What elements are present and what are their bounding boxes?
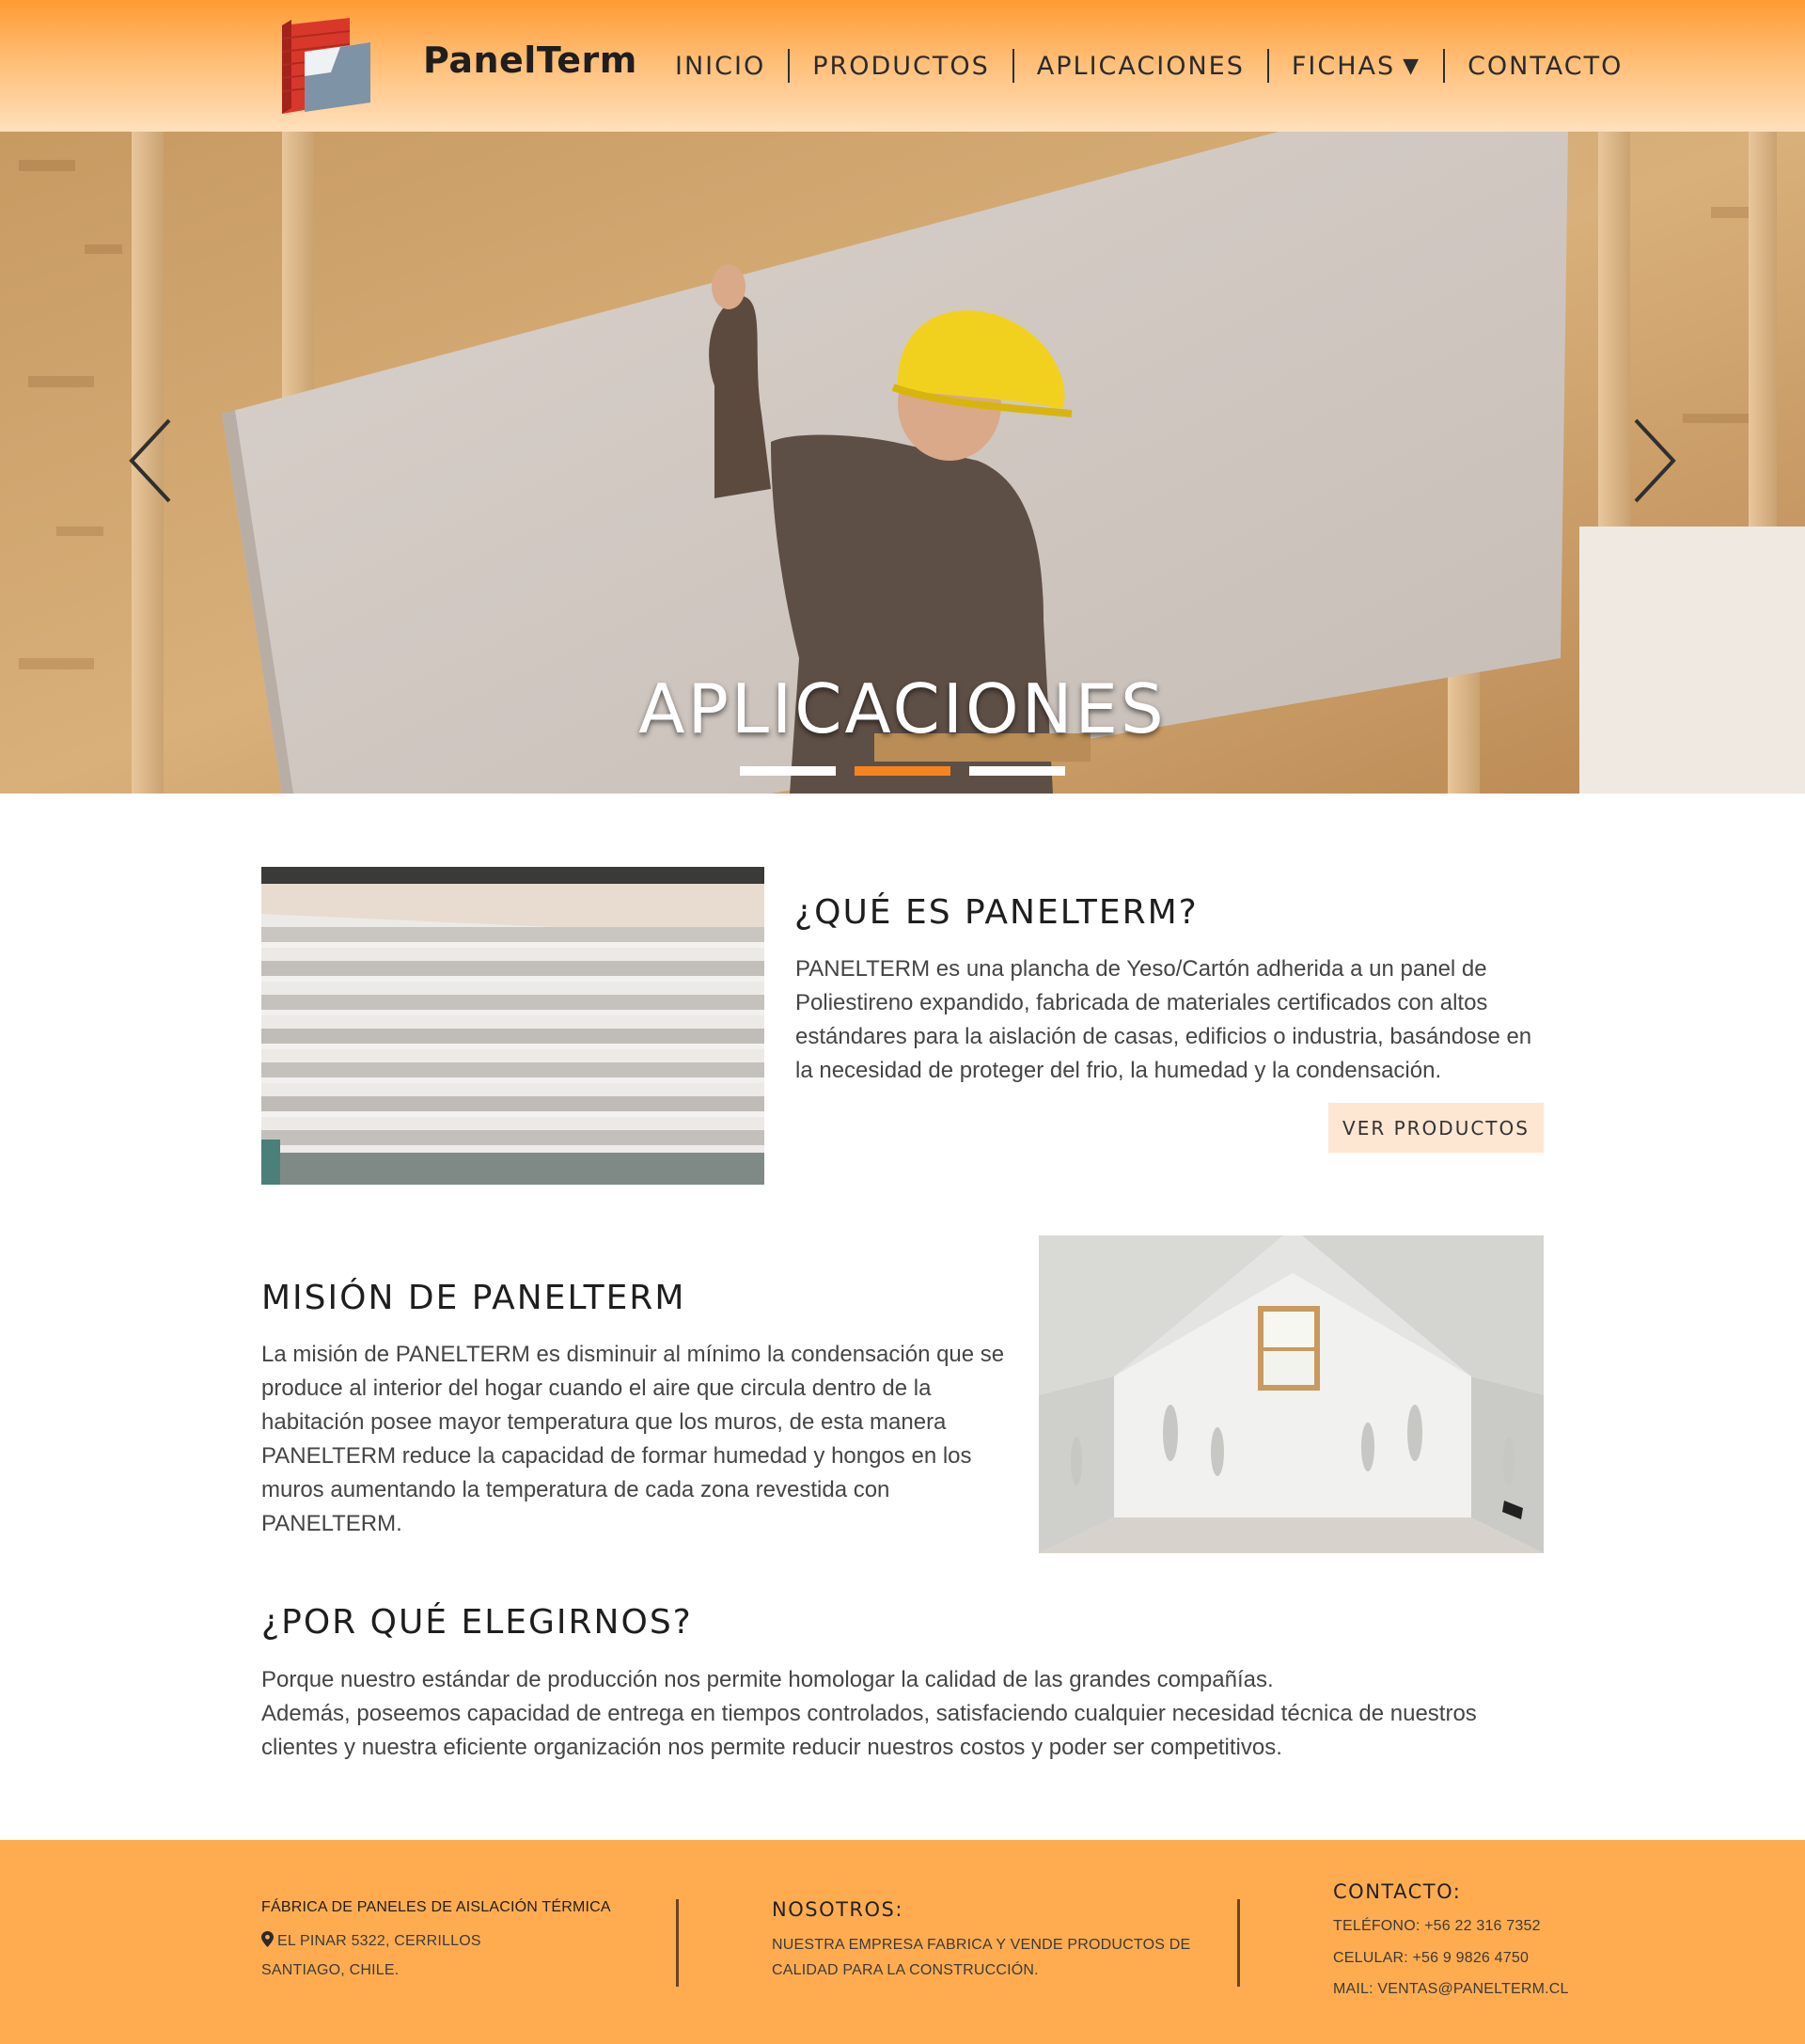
why-line-2: Además, poseemos capacidad de entrega en… bbox=[261, 1701, 1477, 1760]
brick-panel-logo-icon[interactable] bbox=[276, 16, 376, 118]
caret-down-icon: ▼ bbox=[1403, 54, 1421, 78]
nav-inicio-label: INICIO bbox=[675, 51, 766, 81]
slide-indicator-1[interactable] bbox=[740, 766, 836, 776]
about-text: PANELTERM es una plancha de Yeso/Cartón … bbox=[795, 956, 1532, 1083]
footer-contact-title: CONTACTO: bbox=[1333, 1880, 1462, 1903]
nav-contacto-label: CONTACTO bbox=[1468, 51, 1624, 81]
hero-slider: APLICACIONES bbox=[0, 132, 1805, 794]
attic-room-image bbox=[1039, 1235, 1544, 1553]
about-title: ¿QUÉ ES PANELTERM? bbox=[794, 893, 1199, 932]
panels-stack-image bbox=[261, 867, 764, 1185]
slider-indicators bbox=[740, 766, 1065, 776]
slide-indicator-2-active[interactable] bbox=[855, 766, 950, 776]
footer-mail[interactable]: MAIL: VENTAS@PANELTERM.CL bbox=[1333, 1981, 1569, 1998]
footer-mobile[interactable]: CELULAR: +56 9 9826 4750 bbox=[1333, 1950, 1529, 1967]
nav-productos[interactable]: PRODUCTOS bbox=[790, 52, 1012, 81]
footer-address-text: EL PINAR 5322, CERRILLOS bbox=[277, 1933, 481, 1949]
nav-contacto[interactable]: CONTACTO bbox=[1445, 52, 1645, 81]
brand-name[interactable]: PanelTerm bbox=[423, 39, 637, 81]
view-products-button[interactable]: VER PRODUCTOS bbox=[1328, 1103, 1544, 1153]
why-title: ¿POR QUÉ ELEGIRNOS? bbox=[261, 1603, 693, 1642]
footer-separator bbox=[1237, 1899, 1240, 1987]
chevron-right-icon[interactable] bbox=[1630, 418, 1677, 503]
footer-address-line-1: EL PINAR 5322, CERRILLOS bbox=[261, 1931, 481, 1950]
chevron-left-icon[interactable] bbox=[128, 418, 175, 503]
why-line-1: Porque nuestro estándar de producción no… bbox=[261, 1667, 1274, 1692]
nav-inicio[interactable]: INICIO bbox=[658, 52, 788, 81]
footer-about-title: NOSOTROS: bbox=[772, 1898, 903, 1921]
nav-fichas-dropdown[interactable]: FICHAS ▼ bbox=[1269, 52, 1443, 81]
main-nav: INICIO PRODUCTOS APLICACIONES FICHAS ▼ CO… bbox=[658, 45, 1645, 86]
footer-about-line-1: NUESTRA EMPRESA FABRICA Y VENDE PRODUCTO… bbox=[772, 1937, 1191, 1953]
nav-aplicaciones-label: APLICACIONES bbox=[1036, 51, 1245, 81]
footer-phone[interactable]: TELÉFONO: +56 22 316 7352 bbox=[1333, 1918, 1541, 1935]
nav-productos-label: PRODUCTOS bbox=[812, 51, 990, 81]
mission-title: MISIÓN DE PANELTERM bbox=[261, 1279, 686, 1317]
footer-address-line-2: SANTIAGO, CHILE. bbox=[261, 1962, 400, 1978]
mission-text: La misión de PANELTERM es disminuir al m… bbox=[261, 1342, 1005, 1536]
footer-company: FÁBRICA DE PANELES DE AISLACIÓN TÉRMICA bbox=[261, 1899, 611, 1915]
hero-caption: APLICACIONES bbox=[638, 669, 1167, 748]
nav-fichas-label: FICHAS bbox=[1291, 51, 1396, 81]
slide-indicator-3[interactable] bbox=[969, 766, 1065, 776]
footer-about-line-2: CALIDAD PARA LA CONSTRUCCIÓN. bbox=[772, 1962, 1039, 1978]
map-pin-icon bbox=[261, 1931, 274, 1947]
site-footer: FÁBRICA DE PANELES DE AISLACIÓN TÉRMICA … bbox=[0, 1840, 1805, 2044]
footer-separator bbox=[676, 1899, 679, 1987]
site-header: PanelTerm INICIO PRODUCTOS APLICACIONES … bbox=[0, 0, 1805, 132]
nav-aplicaciones[interactable]: APLICACIONES bbox=[1014, 52, 1267, 81]
